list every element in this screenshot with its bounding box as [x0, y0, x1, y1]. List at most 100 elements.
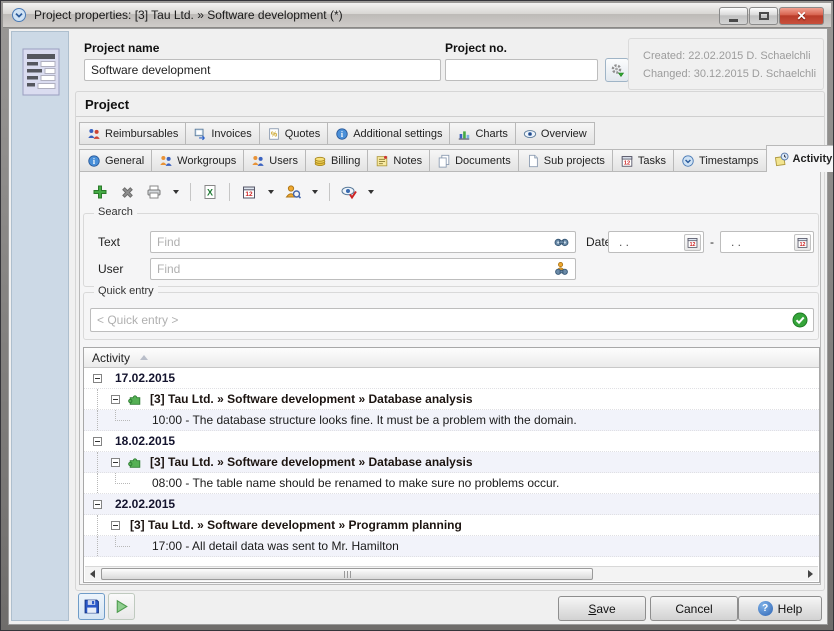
- calendar-menu-arrow[interactable]: [268, 190, 274, 194]
- user-filter-menu-arrow[interactable]: [312, 190, 318, 194]
- collapse-toggle[interactable]: [111, 521, 120, 530]
- horizontal-scrollbar[interactable]: [85, 566, 818, 581]
- tab-invoices[interactable]: Invoices: [185, 122, 258, 145]
- activity-entry-row[interactable]: 08:00 - The table name should be renamed…: [84, 473, 819, 494]
- tab-label: Workgroups: [177, 155, 236, 167]
- activity-date-row[interactable]: 18.02.2015: [84, 431, 819, 452]
- tab-documents[interactable]: Documents: [429, 149, 518, 172]
- search-user-label: User: [98, 262, 123, 276]
- save-button[interactable]: Save: [558, 596, 646, 621]
- scroll-right-button[interactable]: [803, 567, 818, 581]
- cancel-button[interactable]: Cancel: [650, 596, 738, 621]
- created-text: Created: 22.02.2015 D. Schaelchli: [643, 47, 823, 65]
- people-icon: [251, 154, 265, 168]
- activity-entry-row[interactable]: 17:00 - All detail data was sent to Mr. …: [84, 536, 819, 557]
- calendar-filter-button[interactable]: 12: [238, 181, 260, 203]
- activity-date-row[interactable]: 17.02.2015: [84, 368, 819, 389]
- collapse-toggle[interactable]: [93, 500, 102, 509]
- help-label: Help: [778, 602, 803, 616]
- quick-entry-group: Quick entry: [83, 292, 819, 340]
- tree-line: [97, 473, 98, 493]
- user-filter-button[interactable]: [282, 181, 304, 203]
- tab-activity-report[interactable]: Activity Report: [766, 145, 834, 172]
- close-button[interactable]: ✕: [779, 7, 824, 25]
- audit-info: Created: 22.02.2015 D. Schaelchli Change…: [628, 38, 824, 90]
- minimize-button[interactable]: [719, 7, 748, 25]
- tab-label: Notes: [393, 155, 422, 167]
- coins-icon: [313, 154, 327, 168]
- activity-entry-row[interactable]: 10:00 - The database structure looks fin…: [84, 410, 819, 431]
- svg-text:12: 12: [800, 242, 806, 248]
- add-button[interactable]: [89, 181, 111, 203]
- view-options-button[interactable]: [338, 181, 360, 203]
- activity-date-row[interactable]: 22.02.2015: [84, 494, 819, 515]
- tab-reimbursables[interactable]: Reimbursables: [79, 122, 185, 145]
- titlebar[interactable]: Project properties: [3] Tau Ltd. » Softw…: [3, 3, 831, 28]
- sidebar: [11, 31, 69, 621]
- print-button[interactable]: [143, 181, 165, 203]
- print-menu-arrow[interactable]: [173, 190, 179, 194]
- tab-tasks[interactable]: 12 Tasks: [612, 149, 673, 172]
- collapse-toggle[interactable]: [93, 437, 102, 446]
- activity-project-row[interactable]: [3] Tau Ltd. » Software development » Da…: [84, 452, 819, 473]
- collapse-toggle[interactable]: [93, 374, 102, 383]
- maximize-button[interactable]: [749, 7, 778, 25]
- quick-entry-input[interactable]: [90, 308, 814, 332]
- people-icon: [159, 154, 173, 168]
- info-icon: i: [335, 127, 349, 141]
- activity-project-row[interactable]: [3] Tau Ltd. » Software development » Da…: [84, 389, 819, 410]
- tab-row-2: i General Workgroups Users Billing Notes: [79, 145, 834, 172]
- user-filter-icon: [285, 184, 301, 200]
- help-button[interactable]: ? Help: [738, 596, 822, 621]
- date-to-picker-button[interactable]: 12: [794, 234, 811, 251]
- svg-text:12: 12: [690, 242, 696, 248]
- project-properties-window: Project properties: [3] Tau Ltd. » Softw…: [0, 0, 834, 631]
- search-text-input[interactable]: [150, 231, 576, 253]
- svg-text:X: X: [207, 188, 213, 198]
- collapse-toggle[interactable]: [111, 395, 120, 404]
- scroll-left-button[interactable]: [85, 567, 100, 581]
- toolbar-separator: [229, 183, 230, 201]
- date-from-picker-button[interactable]: 12: [684, 234, 701, 251]
- minimize-icon: [729, 19, 738, 22]
- activity-column-header[interactable]: Activity: [84, 348, 819, 368]
- info-icon: i: [87, 154, 101, 168]
- project-name-input[interactable]: [84, 59, 441, 81]
- tab-workgroups[interactable]: Workgroups: [151, 149, 243, 172]
- export-excel-button[interactable]: X: [199, 181, 221, 203]
- generate-number-button[interactable]: [605, 58, 629, 82]
- run-button[interactable]: [108, 593, 135, 620]
- dialog-body: Project name Project no. Created: 22.02.…: [8, 28, 828, 625]
- activity-project-row[interactable]: [3] Tau Ltd. » Software development » Pr…: [84, 515, 819, 536]
- user-binoculars-icon: [554, 261, 814, 281]
- scrollbar-thumb[interactable]: [101, 568, 593, 580]
- delete-button[interactable]: [116, 181, 138, 203]
- activity-project: [3] Tau Ltd. » Software development » Pr…: [130, 518, 462, 532]
- confirm-check-icon[interactable]: [792, 312, 814, 333]
- tab-label: Additional settings: [353, 128, 442, 140]
- date-from-input[interactable]: . . 12: [608, 231, 704, 253]
- tab-timestamps[interactable]: Timestamps: [673, 149, 766, 172]
- activity-project: [3] Tau Ltd. » Software development » Da…: [150, 455, 473, 469]
- search-group: Search Text Date . . 12 - . . 12 User: [83, 213, 819, 287]
- tab-general[interactable]: i General: [79, 149, 151, 172]
- tab-charts[interactable]: Charts: [449, 122, 514, 145]
- date-to-input[interactable]: . . 12: [720, 231, 814, 253]
- tab-sub-projects[interactable]: Sub projects: [518, 149, 612, 172]
- activity-date: 22.02.2015: [115, 497, 175, 511]
- tab-overview[interactable]: Overview: [515, 122, 595, 145]
- tab-users[interactable]: Users: [243, 149, 305, 172]
- tab-additional-settings[interactable]: i Additional settings: [327, 122, 449, 145]
- tab-billing[interactable]: Billing: [305, 149, 367, 172]
- date-from-value: . .: [619, 235, 629, 249]
- tab-quotes[interactable]: % Quotes: [259, 122, 327, 145]
- search-user-input[interactable]: [150, 258, 576, 280]
- save-file-button[interactable]: [78, 593, 105, 620]
- project-group-title: Project: [76, 92, 824, 117]
- gear-icon: [609, 62, 625, 78]
- svg-text:%: %: [271, 131, 278, 138]
- view-options-menu-arrow[interactable]: [368, 190, 374, 194]
- project-no-input[interactable]: [445, 59, 598, 81]
- tab-notes[interactable]: Notes: [367, 149, 429, 172]
- collapse-toggle[interactable]: [111, 458, 120, 467]
